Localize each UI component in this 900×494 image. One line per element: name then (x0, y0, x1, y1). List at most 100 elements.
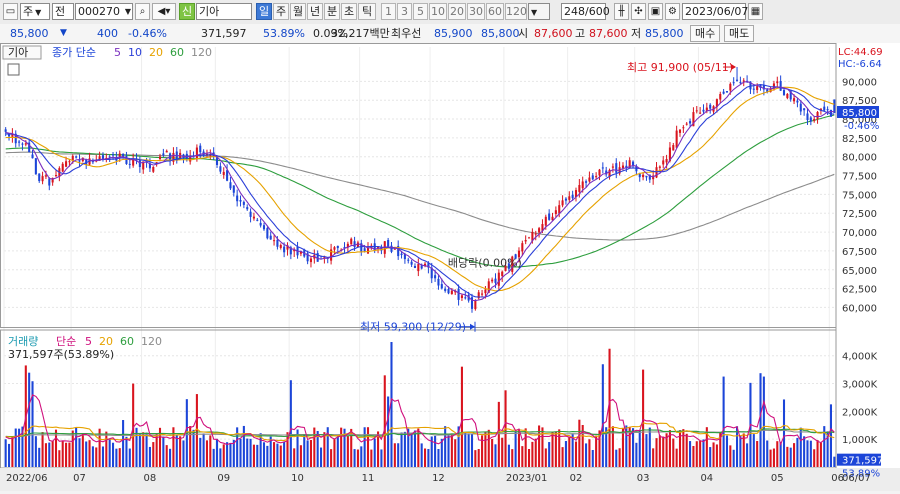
interval-3-button[interactable]: 3 (397, 3, 412, 20)
crosshair-icon[interactable]: ✣ (631, 3, 646, 20)
volume-bar (675, 448, 678, 467)
date-field[interactable]: 2023/06/07 (682, 3, 748, 20)
volume-ma-lines (5, 394, 835, 447)
candle-body (239, 199, 242, 202)
candle-body (722, 91, 725, 94)
volume-bar (756, 441, 759, 467)
candle-body (336, 245, 339, 249)
volume-bar (242, 425, 245, 467)
volume-bar (28, 372, 31, 467)
volume-bar (78, 438, 81, 467)
candle-body (729, 83, 732, 91)
volume-bar (782, 399, 786, 467)
volume-value: 371,597 (201, 27, 247, 40)
search-icon[interactable]: ⌕ (135, 3, 150, 20)
volume-bar (212, 448, 215, 467)
candle-body (823, 106, 826, 111)
period-month-button[interactable]: 월 (290, 3, 306, 20)
period-year-button[interactable]: 년 (307, 3, 323, 20)
interval-120-button[interactable]: 120 (505, 3, 527, 20)
period-second-button[interactable]: 초 (341, 3, 357, 20)
candle-body (276, 239, 279, 247)
volume-bar (574, 441, 578, 467)
period-tick-button[interactable]: 틱 (358, 3, 376, 20)
volume-bar (299, 445, 302, 467)
volume-bars (4, 342, 836, 467)
volume-bar (108, 438, 111, 467)
candle-body (450, 290, 453, 295)
dividend-annotation: 배당락(0.00%) (448, 257, 522, 270)
interval-60-button[interactable]: 60 (486, 3, 504, 20)
sell-button[interactable]: 매도 (724, 25, 755, 42)
volume-bar (48, 442, 51, 467)
volume-bar (323, 432, 326, 467)
ma10-path (5, 83, 835, 298)
chevron-down-icon: ▼ (124, 7, 131, 16)
volume-bar (122, 420, 125, 467)
candle-type-icon[interactable]: ╫ (614, 3, 629, 20)
candle-body (199, 145, 202, 153)
buy-button[interactable]: 매수 (690, 25, 721, 42)
code-mode-select[interactable]: 전 (52, 3, 74, 20)
volume-bar (732, 449, 735, 467)
volume-bar (262, 442, 266, 467)
volume-bar (256, 444, 259, 467)
candle-body (252, 216, 255, 219)
interval-30-button[interactable]: 30 (467, 3, 485, 20)
high-price: 87,600 (589, 27, 628, 40)
speaker-icon[interactable]: ◀▾ (152, 3, 176, 20)
candle-body (809, 117, 812, 122)
candle-body (739, 82, 742, 84)
volume-tick-label: 1,000K (842, 435, 878, 446)
volume-bar (182, 440, 185, 467)
credit-badge[interactable]: 신 (179, 3, 195, 20)
save-icon[interactable]: ▣ (648, 3, 663, 20)
candle-body (501, 271, 504, 276)
volume-legend-ma: 120 (141, 335, 162, 348)
interval-custom-select[interactable]: ▼ (528, 3, 550, 20)
candle-body (816, 112, 819, 119)
candle-body (61, 163, 64, 172)
chart-svg[interactable]: 90,00087,50085,00082,50080,00077,50075,0… (0, 43, 900, 492)
candle-body (779, 81, 782, 91)
candle-body (645, 175, 648, 178)
layout-icon[interactable]: ▭ (3, 3, 18, 20)
volume-bar (105, 431, 108, 467)
interval-1-button[interactable]: 1 (381, 3, 396, 20)
period-week-button[interactable]: 주 (273, 3, 289, 20)
date-tick-label: 08 (144, 473, 157, 484)
volume-bar (125, 436, 128, 467)
stock-name-field[interactable]: 기아 (196, 3, 252, 20)
code-type-select[interactable]: 주 ▼ (20, 3, 50, 20)
volume-bar (303, 434, 306, 467)
chart-area[interactable]: 90,000 87,500 85,000 82,500 80,000 77,500 75,0… (0, 43, 900, 492)
candle-body (494, 278, 497, 283)
candle-body (31, 154, 34, 159)
gear-icon[interactable]: ⚙ (665, 3, 680, 20)
date-tick-label: 05 (771, 473, 784, 484)
interval-10-button[interactable]: 10 (429, 3, 447, 20)
candle-body (266, 228, 269, 239)
volume-bar (568, 437, 571, 467)
price-tick-label: 75,000 (842, 190, 877, 201)
candle-body (24, 143, 27, 145)
count-field[interactable]: 248/600 (561, 3, 610, 20)
interval-5-button[interactable]: 5 (413, 3, 428, 20)
candle-body (782, 90, 786, 96)
period-minute-button[interactable]: 분 (324, 3, 340, 20)
calendar-icon[interactable]: ▦ (748, 3, 763, 20)
candle-body (256, 219, 259, 221)
volume-bar (152, 442, 155, 467)
candle-body (269, 235, 272, 240)
interval-20-button[interactable]: 20 (448, 3, 466, 20)
volume-bar (4, 439, 7, 467)
period-day-button[interactable]: 일 (256, 3, 272, 20)
candle-body (581, 181, 584, 189)
candle-body (101, 155, 105, 160)
volume-bar (7, 443, 11, 467)
candle-body (353, 241, 356, 247)
candle-body (826, 109, 829, 111)
candle-body (21, 143, 24, 145)
stock-code-input[interactable]: 000270 ▼ (75, 3, 133, 20)
current-price: 85,800 (10, 27, 49, 40)
